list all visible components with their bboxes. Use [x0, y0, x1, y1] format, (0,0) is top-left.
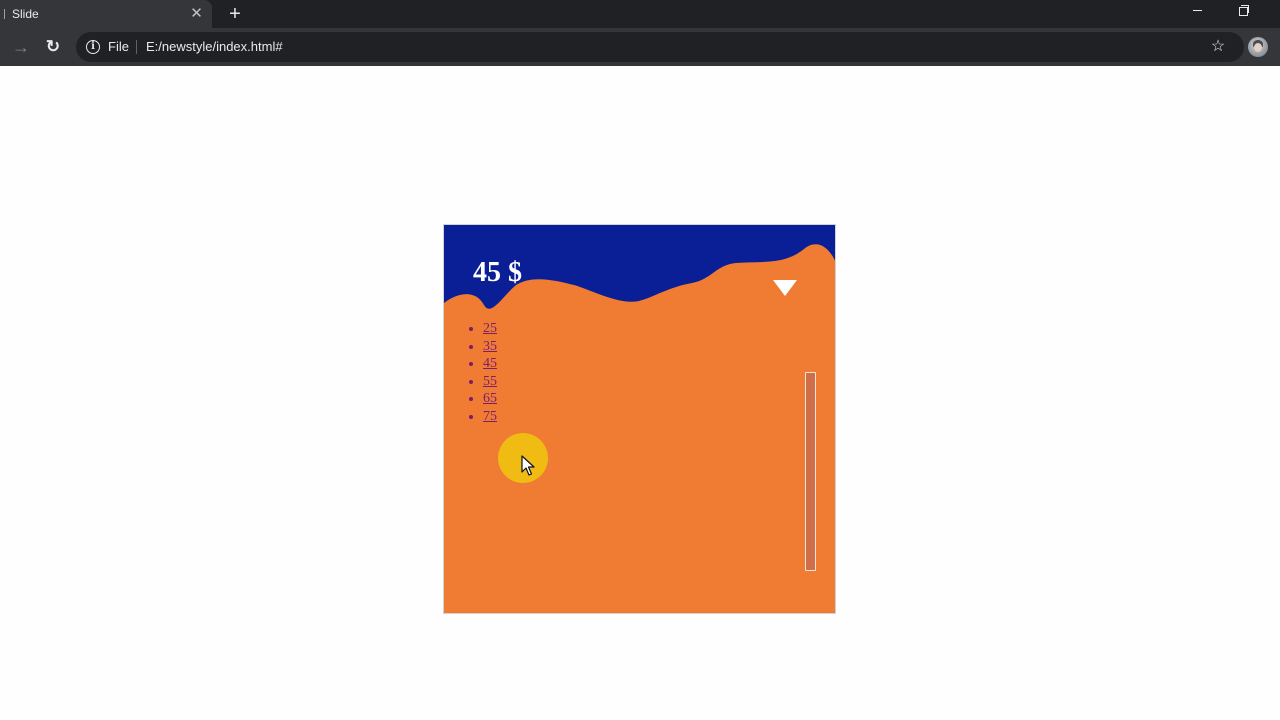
- tab-slide[interactable]: Slide ✕: [0, 0, 212, 28]
- tab-favicon-icon: [0, 9, 5, 19]
- forward-button[interactable]: →: [10, 36, 32, 58]
- triangle-down-shape: [773, 280, 797, 296]
- profile-avatar[interactable]: [1248, 37, 1268, 57]
- scheme-label: File: [108, 39, 129, 54]
- site-info-icon[interactable]: i: [86, 40, 100, 54]
- slide-card: 45 $ 25 35 45 55 65 75: [443, 224, 836, 614]
- price-option-link[interactable]: 25: [483, 321, 497, 336]
- avatar-face-shape: [1254, 43, 1262, 52]
- address-separator: [136, 40, 137, 54]
- restore-window-button[interactable]: [1221, 0, 1267, 28]
- triangle-down-icon: [773, 280, 797, 296]
- tab-strip: Slide ✕ +: [0, 0, 1280, 28]
- tab-title: Slide: [12, 7, 39, 21]
- reload-button[interactable]: ↻: [42, 36, 64, 58]
- list-item: 55: [483, 373, 497, 391]
- address-bar[interactable]: i File E:/newstyle/index.html# ☆: [76, 32, 1244, 62]
- price-option-link[interactable]: 45: [483, 356, 497, 371]
- list-item: 25: [483, 320, 497, 338]
- price-option-link[interactable]: 35: [483, 339, 497, 354]
- tab-close-icon[interactable]: ✕: [188, 5, 205, 22]
- list-item: 35: [483, 338, 497, 356]
- url-text[interactable]: E:/newstyle/index.html#: [146, 39, 283, 55]
- price-option-link[interactable]: 65: [483, 391, 497, 406]
- list-item: 45: [483, 355, 497, 373]
- mouse-pointer-shape: [521, 455, 535, 476]
- price-dropdown-toggle[interactable]: [772, 279, 798, 299]
- price-options-list: 25 35 45 55 65 75: [466, 320, 497, 426]
- page-content: 45 $ 25 35 45 55 65 75: [0, 66, 1280, 720]
- list-item: 65: [483, 390, 497, 408]
- mouse-pointer-icon: [521, 455, 535, 476]
- browser-toolbar: → ↻ i File E:/newstyle/index.html# ☆: [0, 28, 1280, 66]
- price-label: 45 $: [473, 257, 522, 288]
- new-tab-button[interactable]: +: [225, 4, 245, 24]
- bookmark-star-icon[interactable]: ☆: [1208, 37, 1228, 57]
- list-item: 75: [483, 408, 497, 426]
- price-option-link[interactable]: 75: [483, 409, 497, 424]
- vertical-slider[interactable]: [805, 372, 816, 571]
- minimize-window-button[interactable]: [1175, 0, 1221, 28]
- price-option-link[interactable]: 55: [483, 374, 497, 389]
- restore-front-square-icon: [1239, 7, 1248, 16]
